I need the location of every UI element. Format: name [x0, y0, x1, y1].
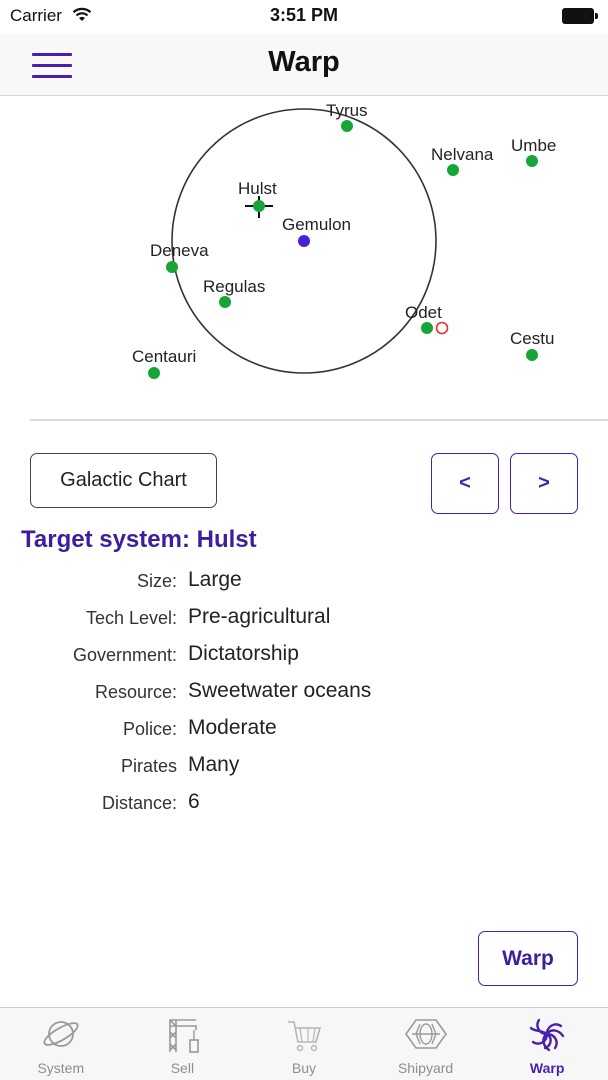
- tab-bar: System Sell Buy Shipyard Warp: [0, 1007, 608, 1080]
- info-value: Many: [188, 753, 240, 776]
- tab-sell[interactable]: Sell: [122, 1008, 244, 1080]
- system-umbe[interactable]: Umbe: [511, 136, 556, 167]
- system-regulas[interactable]: Regulas: [203, 277, 265, 308]
- previous-system-button[interactable]: <: [431, 453, 499, 514]
- system-name-label: Gemulon: [282, 215, 351, 234]
- system-name-label: Centauri: [132, 347, 196, 366]
- system-hulst[interactable]: Hulst: [238, 179, 277, 218]
- info-value: 6: [188, 790, 200, 813]
- info-label: Tech Level:: [85, 608, 177, 628]
- info-value: Sweetwater oceans: [188, 679, 372, 702]
- info-label: Distance:: [101, 793, 177, 813]
- system-name-label: Hulst: [238, 179, 277, 198]
- tab-buy[interactable]: Buy: [243, 1008, 365, 1080]
- system-dot[interactable]: [447, 164, 459, 176]
- target-system-title: Target system: Hulst: [21, 526, 257, 553]
- system-tyrus[interactable]: Tyrus: [326, 101, 368, 132]
- tab-label: Shipyard: [397, 1060, 454, 1076]
- system-cestu[interactable]: Cestu: [510, 329, 554, 361]
- navigation-bar: Warp: [0, 34, 608, 96]
- system-name-label: Cestu: [510, 329, 554, 348]
- tab-shipyard[interactable]: Shipyard: [365, 1008, 487, 1080]
- galactic-chart-button[interactable]: Galactic Chart: [30, 453, 217, 508]
- system-odet[interactable]: Odet: [405, 303, 449, 335]
- info-row-resource: Resource: Sweetwater oceans: [0, 676, 608, 710]
- info-value: Moderate: [188, 716, 277, 739]
- tab-warp[interactable]: Warp: [486, 1008, 608, 1080]
- info-row-government: Government: Dictatorship: [0, 639, 608, 673]
- tab-system[interactable]: System: [0, 1008, 122, 1080]
- system-nelvana[interactable]: Nelvana: [431, 145, 494, 176]
- battery-icon: [562, 8, 598, 24]
- info-label: Government:: [72, 645, 177, 665]
- crane-icon: [169, 1019, 200, 1053]
- hamburger-menu-icon[interactable]: [30, 45, 74, 85]
- system-dot[interactable]: [526, 349, 538, 361]
- system-name-label: Umbe: [511, 136, 556, 155]
- cart-icon: [287, 1021, 322, 1052]
- next-system-button[interactable]: >: [510, 453, 578, 514]
- system-dot[interactable]: [166, 261, 178, 273]
- tab-label: Sell: [170, 1060, 195, 1076]
- info-label: Police:: [122, 719, 177, 739]
- system-dot[interactable]: [341, 120, 353, 132]
- system-dot[interactable]: [219, 296, 231, 308]
- clock: 3:51 PM: [269, 5, 339, 25]
- system-deneva[interactable]: Deneva: [150, 241, 209, 273]
- system-dot[interactable]: [298, 235, 310, 247]
- planet-icon: [43, 1021, 79, 1047]
- info-value: Dictatorship: [188, 642, 299, 665]
- page-title: Warp: [268, 46, 340, 78]
- info-row-distance: Distance: 6: [0, 787, 608, 821]
- system-gemulon[interactable]: Gemulon: [282, 215, 351, 247]
- info-label: Resource:: [94, 682, 177, 702]
- info-label: Pirates: [120, 756, 177, 776]
- system-centauri[interactable]: Centauri: [132, 347, 196, 379]
- system-name-label: Deneva: [150, 241, 209, 260]
- system-dot[interactable]: [253, 200, 265, 212]
- info-row-size: Size: Large: [0, 565, 608, 599]
- info-value: Large: [188, 568, 242, 591]
- info-row-tech-level: Tech Level: Pre-agricultural: [0, 602, 608, 636]
- system-dot[interactable]: [421, 322, 433, 334]
- system-dot[interactable]: [148, 367, 160, 379]
- info-row-pirates: Pirates Many: [0, 750, 608, 784]
- status-bar: Carrier 3:51 PM: [0, 0, 608, 34]
- system-name-label: Regulas: [203, 277, 265, 296]
- info-label: Size:: [136, 571, 177, 591]
- tab-label: System: [37, 1060, 85, 1076]
- system-dot[interactable]: [526, 155, 538, 167]
- warp-button[interactable]: Warp: [478, 931, 578, 986]
- map-divider: [30, 419, 608, 421]
- system-name-label: Tyrus: [326, 101, 368, 120]
- wormhole-icon[interactable]: [435, 321, 449, 335]
- galaxy-map[interactable]: Tyrus Nelvana Umbe Hulst Gemulon Deneva Regula…: [0, 97, 608, 417]
- warp-spiral-icon: [529, 1018, 565, 1052]
- tab-label: Buy: [291, 1060, 317, 1076]
- info-row-police: Police: Moderate: [0, 713, 608, 747]
- ship-icon: [404, 1019, 447, 1049]
- system-name-label: Nelvana: [431, 145, 494, 164]
- system-name-label: Odet: [405, 303, 442, 322]
- tab-label: Warp: [529, 1060, 565, 1076]
- info-value: Pre-agricultural: [188, 605, 331, 628]
